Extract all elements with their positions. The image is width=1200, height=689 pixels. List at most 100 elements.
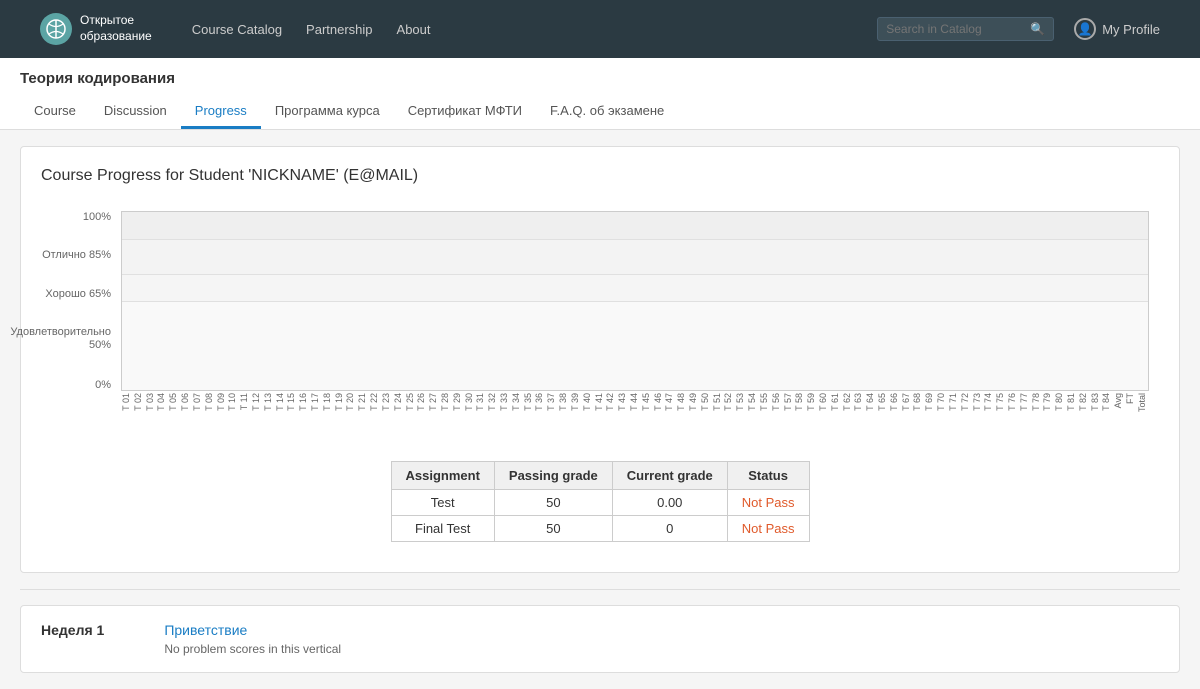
x-label: T 32: [487, 393, 499, 411]
x-label: T 64: [865, 393, 877, 411]
col-header-assignment: Assignment: [391, 462, 494, 490]
table-cell-status: Not Pass: [727, 490, 809, 516]
tab-progress[interactable]: Progress: [181, 95, 261, 129]
x-label: T 14: [275, 393, 287, 411]
x-label: T 25: [405, 393, 417, 411]
nav-link-about[interactable]: About: [397, 22, 431, 37]
week-section: Неделя 1 Приветствие No problem scores i…: [20, 605, 1180, 673]
x-label: T 46: [653, 393, 665, 411]
x-label: T 26: [416, 393, 428, 411]
x-label: FT: [1125, 393, 1137, 404]
x-label: T 76: [1007, 393, 1019, 411]
search-input[interactable]: [886, 22, 1026, 36]
main-content: Course Progress for Student 'NICKNAME' (…: [0, 130, 1200, 689]
table-cell-current_grade: 0.00: [612, 490, 727, 516]
grid-line-50: [122, 301, 1148, 302]
x-label: T 13: [263, 393, 275, 411]
x-label: T 42: [605, 393, 617, 411]
y-label-0: 0%: [95, 379, 111, 391]
y-label-100: 100%: [83, 211, 111, 223]
search-icon: 🔍: [1030, 22, 1045, 36]
search-box: 🔍: [877, 17, 1054, 41]
grade-table: Assignment Passing grade Current grade S…: [391, 461, 810, 542]
x-label: Total: [1137, 393, 1149, 412]
x-label: T 21: [357, 393, 369, 411]
x-label: T 36: [534, 393, 546, 411]
nav-link-partnership[interactable]: Partnership: [306, 22, 372, 37]
x-label: T 83: [1090, 393, 1102, 411]
band-good: [122, 239, 1148, 275]
table-cell-passing_grade: 50: [494, 516, 612, 542]
x-label: T 09: [216, 393, 228, 411]
grade-table-body: Test500.00Not PassFinal Test500Not Pass: [391, 490, 809, 542]
x-label: T 07: [192, 393, 204, 411]
chart-area: [121, 211, 1149, 391]
x-label: T 41: [594, 393, 606, 411]
nav-link-catalog[interactable]: Course Catalog: [192, 22, 282, 37]
band-satisfactory: [122, 274, 1148, 301]
x-label: T 56: [771, 393, 783, 411]
x-label: T 12: [251, 393, 263, 411]
x-label: T 71: [948, 393, 960, 411]
navbar: Открытое образование Course Catalog Part…: [0, 0, 1200, 58]
week-link[interactable]: Приветствие: [164, 622, 341, 638]
x-label: T 40: [582, 393, 594, 411]
x-label: T 19: [334, 393, 346, 411]
x-label: T 73: [972, 393, 984, 411]
x-label: T 24: [393, 393, 405, 411]
x-label: T 60: [818, 393, 830, 411]
x-label: T 48: [676, 393, 688, 411]
x-label: T 17: [310, 393, 322, 411]
x-label: T 52: [723, 393, 735, 411]
grid-line-65: [122, 274, 1148, 275]
x-label: T 30: [464, 393, 476, 411]
col-header-status: Status: [727, 462, 809, 490]
y-label-50: Удовлетворительно50%: [10, 326, 111, 352]
x-label: T 05: [168, 393, 180, 411]
no-scores-text: No problem scores in this vertical: [164, 642, 341, 656]
tab-program[interactable]: Программа курса: [261, 95, 394, 129]
progress-heading: Course Progress for Student 'NICKNAME' (…: [41, 167, 1159, 185]
x-label: T 20: [345, 393, 357, 411]
grid-line-85: [122, 239, 1148, 240]
x-label: T 54: [747, 393, 759, 411]
logo-text: Открытое образование: [80, 13, 152, 44]
tab-course[interactable]: Course: [20, 95, 90, 129]
x-label: T 67: [901, 393, 913, 411]
tab-certificate[interactable]: Сертификат МФТИ: [394, 95, 536, 129]
x-label: T 23: [381, 393, 393, 411]
profile-area[interactable]: 👤 My Profile: [1074, 18, 1160, 40]
x-label: T 50: [700, 393, 712, 411]
x-label: T 03: [145, 393, 157, 411]
x-label: T 28: [440, 393, 452, 411]
week-label: Неделя 1: [41, 622, 104, 656]
x-label: T 39: [570, 393, 582, 411]
table-cell-assignment: Test: [391, 490, 494, 516]
page-header: Теория кодирования Course Discussion Pro…: [0, 58, 1200, 130]
course-title: Теория кодирования: [20, 70, 1180, 87]
x-label: T 81: [1066, 393, 1078, 411]
band-excellent: [122, 212, 1148, 239]
nav-links: Course Catalog Partnership About: [192, 22, 878, 37]
x-label: T 80: [1054, 393, 1066, 411]
x-label: T 22: [369, 393, 381, 411]
x-label: T 33: [499, 393, 511, 411]
x-label: T 58: [794, 393, 806, 411]
x-label: T 61: [830, 393, 842, 411]
x-label: T 49: [688, 393, 700, 411]
table-cell-assignment: Final Test: [391, 516, 494, 542]
x-label: T 57: [783, 393, 795, 411]
tab-discussion[interactable]: Discussion: [90, 95, 181, 129]
tab-faq[interactable]: F.A.Q. об экзамене: [536, 95, 678, 129]
brand: Открытое образование: [40, 13, 152, 45]
x-label: T 34: [511, 393, 523, 411]
x-label: T 18: [322, 393, 334, 411]
x-label: T 70: [936, 393, 948, 411]
section-divider: [20, 589, 1180, 590]
x-label: T 74: [983, 393, 995, 411]
progress-card: Course Progress for Student 'NICKNAME' (…: [20, 146, 1180, 573]
chart-y-labels: 100% Отлично 85% Хорошо 65% Удовлетворит…: [41, 211, 116, 391]
x-label: T 15: [286, 393, 298, 411]
profile-icon: 👤: [1074, 18, 1096, 40]
profile-label: My Profile: [1102, 22, 1160, 37]
